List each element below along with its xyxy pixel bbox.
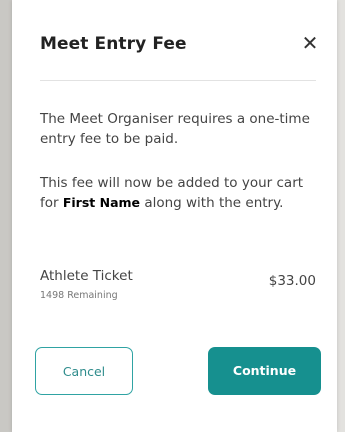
backdrop-right xyxy=(337,0,345,432)
cancel-button[interactable]: Cancel xyxy=(35,347,133,395)
meet-entry-fee-dialog: Meet Entry Fee ✕ The Meet Organiser requ… xyxy=(12,0,337,432)
close-icon[interactable]: ✕ xyxy=(300,33,320,53)
ticket-price: $33.00 xyxy=(268,273,316,289)
divider xyxy=(40,80,316,81)
continue-button[interactable]: Continue xyxy=(208,347,321,395)
fee-added-message: This fee will now be added to your cart … xyxy=(40,173,322,213)
backdrop xyxy=(0,0,12,432)
ticket-remaining: 1498 Remaining xyxy=(40,290,118,301)
first-name-placeholder: First Name xyxy=(62,195,141,210)
ticket-name: Athlete Ticket xyxy=(40,268,133,284)
dialog-title: Meet Entry Fee xyxy=(40,34,187,54)
fee-required-message: The Meet Organiser requires a one-time e… xyxy=(40,111,310,147)
message-suffix: along with the entry. xyxy=(144,195,284,211)
